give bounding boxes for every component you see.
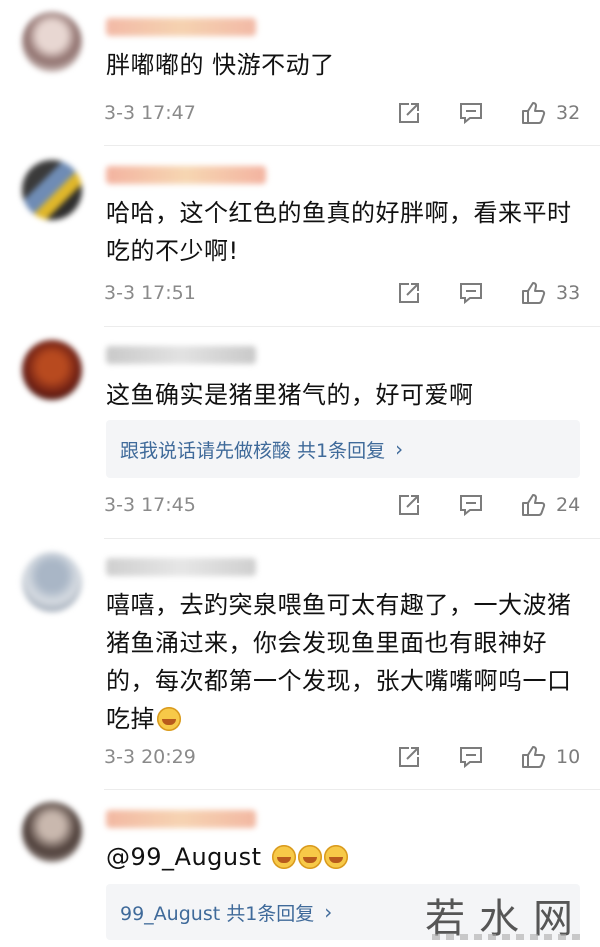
comment-meta: 3-3 20:29 10	[104, 742, 584, 772]
like-count: 32	[556, 102, 581, 124]
avatar[interactable]	[22, 552, 82, 612]
comment-text: 哈哈，这个红色的鱼真的好胖啊，看来平时吃的不少啊!	[106, 199, 572, 265]
comment-text: @99_August	[106, 838, 586, 876]
share-icon[interactable]	[396, 100, 422, 126]
comment-meta: 3-3 17:47 32	[104, 98, 584, 128]
comment-icon[interactable]	[458, 280, 484, 306]
watermark-subtext-blurred	[432, 934, 582, 940]
comment-icon[interactable]	[458, 744, 484, 770]
thumbs-up-icon[interactable]	[520, 744, 546, 770]
comment-icon[interactable]	[458, 100, 484, 126]
laughing-emoji-icon	[297, 845, 322, 869]
reply-summary-text: 99_August 共1条回复	[120, 902, 315, 925]
share-icon[interactable]	[396, 280, 422, 306]
username-blurred[interactable]	[106, 810, 256, 828]
divider	[104, 538, 600, 539]
thumbs-up-icon[interactable]	[520, 492, 546, 518]
reply-summary-box[interactable]: 跟我说话请先做核酸 共1条回复 ›	[106, 420, 580, 478]
comment-icon[interactable]	[458, 492, 484, 518]
comment-meta: 3-3 17:45 24	[104, 490, 584, 520]
reply-summary-text: 跟我说话请先做核酸 共1条回复	[120, 439, 386, 462]
username-blurred[interactable]	[106, 18, 256, 36]
comment-text: 胖嘟嘟的 快游不动了	[106, 51, 335, 79]
like-count: 24	[556, 494, 581, 516]
timestamp: 3-3 17:45	[104, 494, 196, 516]
laughing-emoji-icon	[271, 845, 296, 869]
laughing-emoji-icon	[157, 707, 181, 731]
laughing-emoji-icon	[323, 845, 348, 869]
username-blurred[interactable]	[106, 346, 256, 364]
username-blurred[interactable]	[106, 166, 266, 184]
chevron-right-icon: ›	[395, 437, 404, 461]
comment-text: 嘻嘻，去趵突泉喂鱼可太有趣了，一大波猪猪鱼涌过来，你会发现鱼里面也有眼神好的，每…	[106, 586, 584, 738]
username-blurred[interactable]	[106, 558, 256, 576]
mention-text[interactable]: @99_August	[106, 843, 262, 871]
comment-meta: 3-3 17:51 33	[104, 278, 584, 308]
comment-text: 这鱼确实是猪里猪气的，好可爱啊	[106, 381, 474, 409]
share-icon[interactable]	[396, 492, 422, 518]
avatar[interactable]	[22, 12, 82, 72]
timestamp: 3-3 17:47	[104, 102, 196, 124]
divider	[104, 789, 600, 790]
divider	[104, 326, 600, 327]
like-count: 33	[556, 282, 581, 304]
share-icon[interactable]	[396, 744, 422, 770]
chevron-right-icon: ›	[324, 900, 333, 924]
avatar[interactable]	[22, 802, 82, 862]
timestamp: 3-3 17:51	[104, 282, 196, 304]
divider	[104, 145, 600, 146]
like-count: 10	[556, 746, 581, 768]
thumbs-up-icon[interactable]	[520, 100, 546, 126]
timestamp: 3-3 20:29	[104, 746, 196, 768]
avatar[interactable]	[22, 340, 82, 400]
avatar[interactable]	[22, 160, 82, 220]
thumbs-up-icon[interactable]	[520, 280, 546, 306]
